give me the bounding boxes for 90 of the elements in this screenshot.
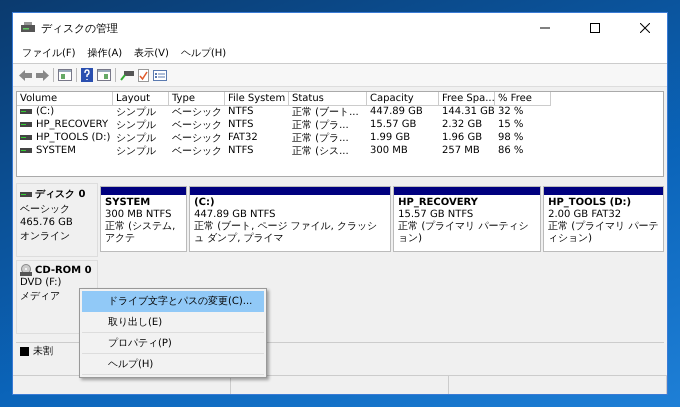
column-header[interactable]: Type (169, 92, 225, 106)
table-cell-text: 300 MB (369, 145, 409, 156)
table-cell-text: ベーシック (171, 132, 223, 144)
column-header[interactable]: File System (225, 92, 289, 106)
partition-status: 正常 (プライマリ パーティション) (398, 221, 530, 245)
column-header[interactable]: Volume (17, 92, 113, 106)
partition-size: 300 MB NTFS (105, 209, 172, 220)
close-icon (640, 23, 650, 33)
partition-status: 正常 (プライマリ パーティション) (548, 221, 659, 245)
partition-block[interactable]: SYSTEM 300 MB NTFS 正常 (システム, アクテ (100, 186, 188, 252)
partition-name: (C:) (194, 197, 216, 209)
table-cell-text: 447.89 GB (369, 106, 424, 117)
table-cell-text: ベーシック (171, 106, 223, 118)
disk-name: CD-ROM 0 (35, 264, 92, 276)
table-cell-text: 1.96 GB (441, 132, 484, 143)
action-pane-icon[interactable] (97, 69, 111, 81)
disk-info: 465.76 GB (20, 217, 74, 228)
disk-info: オンライン (20, 230, 71, 243)
table-cell-text: 正常 (シス... (291, 144, 350, 158)
disk-management-icon (21, 22, 35, 34)
cd-drive-icon (20, 264, 32, 276)
drive-icon (20, 192, 32, 196)
back-arrow-icon[interactable] (19, 70, 32, 80)
context-menu-item[interactable]: ヘルプ(H) (82, 354, 264, 375)
table-cell-text: ベーシック (171, 118, 223, 132)
column-header[interactable]: Layout (113, 92, 169, 106)
partition-name: HP_TOOLS (D:) (548, 197, 632, 209)
table-cell: (C:) (36, 106, 54, 117)
table-cell-text: FAT32 (227, 132, 259, 143)
disk-info: ベーシック (20, 203, 71, 216)
table-cell-text: 15 % (497, 119, 524, 130)
table-cell-text: 32 % (497, 106, 524, 117)
context-menu-item[interactable]: 取り出し(E) (82, 312, 264, 333)
menu-item[interactable]: 操作(A) (82, 45, 128, 61)
table-cell: SYSTEM (36, 145, 76, 156)
table-cell-text: 86 % (497, 145, 524, 156)
console-tree-icon[interactable] (58, 69, 72, 81)
table-cell-text: 2.32 GB (441, 119, 484, 130)
column-header[interactable]: Status (289, 92, 367, 106)
context-menu-item[interactable]: ドライブ文字とパスの変更(C)... (82, 291, 264, 312)
column-header[interactable]: Free Spa... (439, 92, 495, 106)
drive-icon (20, 148, 32, 153)
partition-block[interactable]: HP_TOOLS (D:) 2.00 GB FAT32 正常 (プライマリ パーティション) (543, 186, 664, 252)
disk-info: DVD (F:) (20, 277, 62, 288)
partition-size: 15.57 GB NTFS (398, 209, 474, 220)
context-menu-item[interactable]: プロパティ(P) (82, 333, 264, 354)
maximize-icon (590, 23, 600, 33)
properties-list-icon[interactable] (153, 70, 167, 80)
table-cell-text: 15.57 GB (369, 119, 418, 130)
table-cell-text: NTFS (227, 119, 255, 130)
drive-connect-icon[interactable] (120, 69, 134, 81)
column-header[interactable]: Capacity (367, 92, 439, 106)
legend-label: 未割 (33, 344, 53, 358)
menu-item[interactable]: ヘルプ(H) (176, 45, 232, 61)
help-icon[interactable] (81, 68, 93, 82)
table-cell-text: シンプル (115, 118, 157, 132)
window-title: ディスクの管理 (41, 20, 119, 36)
table-cell-text: シンプル (115, 144, 157, 158)
table-cell-text: シンプル (115, 106, 157, 118)
disk-name: ディスク 0 (35, 188, 86, 201)
table-cell-text: NTFS (227, 106, 255, 117)
drive-icon (20, 135, 32, 140)
partition-status: 正常 (システム, アクテ (105, 221, 176, 245)
drive-icon (20, 122, 32, 127)
table-cell-text: 正常 (プラ... (291, 118, 350, 132)
disk-info: メディア (20, 290, 61, 303)
partition-block[interactable]: (C:) 447.89 GB NTFS 正常 (ブート, ページ ファイル, クラッシュ ダンプ, プライマ (189, 186, 392, 252)
table-cell: HP_RECOVERY (36, 119, 108, 130)
table-cell-text: 144.31 GB (441, 106, 495, 117)
table-cell-text: 正常 (ブート... (291, 106, 360, 118)
table-cell-text: ベーシック (171, 144, 223, 158)
partition-block[interactable]: HP_RECOVERY 15.57 GB NTFS 正常 (プライマリ パーティション) (393, 186, 542, 252)
column-header[interactable]: % Free (495, 92, 551, 106)
table-cell: HP_TOOLS (D:) (36, 132, 110, 143)
menu-item[interactable]: ファイル(F) (17, 45, 81, 61)
partition-name: HP_RECOVERY (398, 197, 479, 209)
menu-item[interactable]: 表示(V) (129, 45, 174, 61)
table-cell-text: 1.99 GB (369, 132, 412, 143)
checklist-icon[interactable] (138, 68, 149, 82)
partition-status: 正常 (ブート, ページ ファイル, クラッシュ ダンプ, プライマ (194, 221, 378, 245)
table-cell-text: シンプル (115, 132, 157, 144)
drive-icon (20, 109, 32, 114)
table-cell-text: NTFS (227, 145, 255, 156)
forward-arrow-icon[interactable] (36, 70, 49, 80)
partition-name: SYSTEM (105, 197, 152, 209)
table-cell-text: 257 MB (441, 145, 481, 156)
partition-size: 2.00 GB FAT32 (548, 209, 622, 220)
table-cell-text: 98 % (497, 132, 524, 143)
partition-size: 447.89 GB NTFS (194, 209, 277, 220)
table-cell-text: 正常 (プラ... (291, 132, 350, 144)
